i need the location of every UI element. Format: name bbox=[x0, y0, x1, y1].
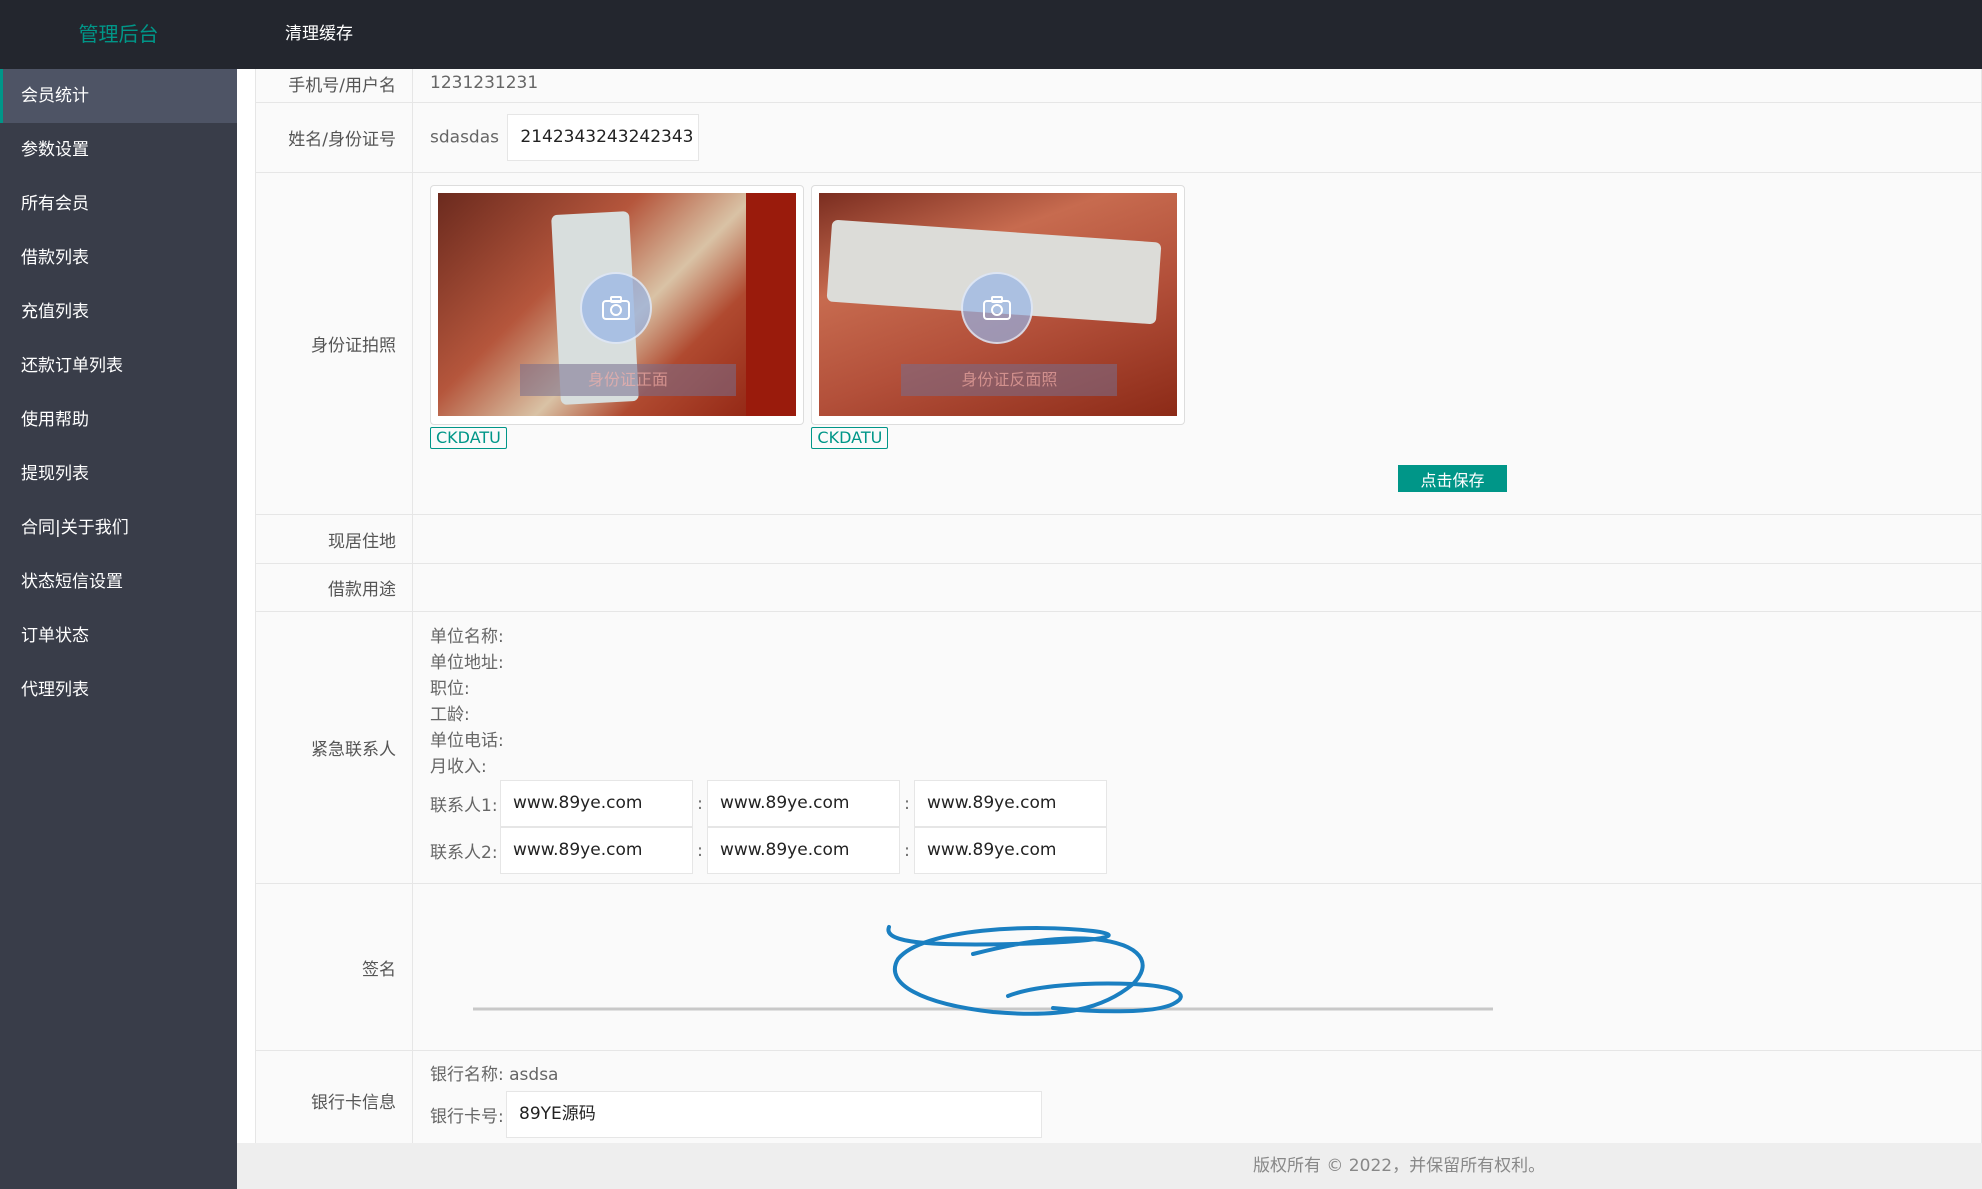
company-address-line: 单位地址: bbox=[430, 653, 504, 673]
id-back-upload[interactable]: 身份证反面照 bbox=[811, 185, 1186, 425]
income-line: 月收入: bbox=[430, 757, 487, 777]
sidebar-item-order-status[interactable]: 订单状态 bbox=[0, 609, 237, 663]
signature-label: 签名 bbox=[255, 883, 413, 1051]
sidebar-item-sms-settings[interactable]: 状态短信设置 bbox=[0, 555, 237, 609]
contact2-row: 联系人2: www.89ye.com: www.89ye.com: www.89ye.… bbox=[430, 827, 1981, 874]
save-button[interactable]: 点击保存 bbox=[1398, 465, 1507, 492]
sidebar-item-withdrawals[interactable]: 提现列表 bbox=[0, 447, 237, 501]
purpose-value bbox=[412, 563, 1982, 612]
separator: : bbox=[904, 840, 910, 861]
bank-card-label: 银行卡号: bbox=[430, 1107, 504, 1127]
purpose-label: 借款用途 bbox=[255, 563, 413, 612]
name-id-label: 姓名/身份证号 bbox=[255, 102, 413, 173]
bank-cell: 银行名称: asdsa 银行卡号: 89YE源码 bbox=[412, 1050, 1982, 1143]
bank-name: 银行名称: asdsa bbox=[430, 1065, 559, 1085]
contact2-field-1[interactable]: www.89ye.com bbox=[500, 827, 693, 874]
name-id-cell: sdasdas 2142343243242343 bbox=[412, 102, 1982, 173]
signature-drawing bbox=[473, 925, 1493, 1016]
contact1-field-1[interactable]: www.89ye.com bbox=[500, 780, 693, 827]
id-photo-cell: 身份证正面 CKDATU 身份证反面照 CKDATU 点击保存 bbox=[412, 172, 1982, 515]
sidebar-item-member-stats[interactable]: 会员统计 bbox=[0, 69, 237, 123]
member-detail-table: 手机号/用户名 1231231231 姓名/身份证号 sdasdas 21423… bbox=[255, 69, 1982, 1143]
contact1-label: 联系人1: bbox=[430, 796, 498, 816]
separator: : bbox=[697, 840, 703, 861]
id-front-label: 身份证正面 bbox=[520, 364, 736, 396]
id-number-field[interactable]: 2142343243242343 bbox=[507, 114, 700, 161]
seniority-line: 工龄: bbox=[430, 705, 470, 725]
sidebar-item-recharges[interactable]: 充值列表 bbox=[0, 285, 237, 339]
sidebar-item-all-members[interactable]: 所有会员 bbox=[0, 177, 237, 231]
id-back-label: 身份证反面照 bbox=[901, 364, 1118, 396]
sidebar: 会员统计 参数设置 所有会员 借款列表 充值列表 还款订单列表 使用帮助 提现列… bbox=[0, 69, 237, 1189]
sidebar-item-agents[interactable]: 代理列表 bbox=[0, 663, 237, 717]
view-front-button[interactable]: CKDATU bbox=[430, 427, 507, 449]
contact2-field-2[interactable]: www.89ye.com bbox=[707, 827, 900, 874]
separator: : bbox=[904, 793, 910, 814]
id-front-image: 身份证正面 bbox=[438, 193, 796, 416]
bank-card-field[interactable]: 89YE源码 bbox=[506, 1091, 1042, 1138]
clear-cache-link[interactable]: 清理缓存 bbox=[285, 0, 353, 69]
bank-card-row: 银行卡号: 89YE源码 bbox=[430, 1091, 1981, 1138]
sidebar-item-repayments[interactable]: 还款订单列表 bbox=[0, 339, 237, 393]
view-back-button[interactable]: CKDATU bbox=[811, 427, 889, 449]
phone-value: 1231231231 bbox=[412, 69, 1982, 103]
footer-copyright: 版权所有 © 2022，并保留所有权利。 bbox=[237, 1143, 1982, 1189]
sidebar-item-help[interactable]: 使用帮助 bbox=[0, 393, 237, 447]
position-line: 职位: bbox=[430, 679, 470, 699]
contact2-label: 联系人2: bbox=[430, 843, 498, 863]
contact1-field-2[interactable]: www.89ye.com bbox=[707, 780, 900, 827]
address-value bbox=[412, 514, 1982, 564]
separator: : bbox=[697, 793, 703, 814]
sidebar-item-params[interactable]: 参数设置 bbox=[0, 123, 237, 177]
camera-icon[interactable] bbox=[580, 272, 652, 344]
contact2-field-3[interactable]: www.89ye.com bbox=[914, 827, 1107, 874]
bank-label: 银行卡信息 bbox=[255, 1050, 413, 1143]
id-photo-label: 身份证拍照 bbox=[255, 172, 413, 515]
contact1-field-3[interactable]: www.89ye.com bbox=[914, 780, 1107, 827]
background-wall bbox=[746, 193, 796, 416]
sidebar-item-loans[interactable]: 借款列表 bbox=[0, 231, 237, 285]
name-value: sdasdas bbox=[430, 127, 499, 148]
phone-label: 手机号/用户名 bbox=[255, 69, 413, 103]
sidebar-item-contract-about[interactable]: 合同|关于我们 bbox=[0, 501, 237, 555]
address-label: 现居住地 bbox=[255, 514, 413, 564]
emergency-cell: 单位名称: 单位地址: 职位: 工龄: 单位电话: 月收入: 联系人1: www.… bbox=[412, 611, 1982, 884]
company-phone-line: 单位电话: bbox=[430, 731, 504, 751]
main-content: 手机号/用户名 1231231231 姓名/身份证号 sdasdas 21423… bbox=[237, 69, 1982, 1143]
top-header: 管理后台 清理缓存 bbox=[0, 0, 1982, 69]
id-back-image: 身份证反面照 bbox=[819, 193, 1178, 416]
emergency-label: 紧急联系人 bbox=[255, 611, 413, 884]
contact1-row: 联系人1: www.89ye.com: www.89ye.com: www.89ye.… bbox=[430, 780, 1981, 827]
signature-cell bbox=[412, 883, 1982, 1051]
camera-icon[interactable] bbox=[961, 272, 1034, 344]
app-logo[interactable]: 管理后台 bbox=[0, 0, 237, 69]
company-name-line: 单位名称: bbox=[430, 627, 504, 647]
id-front-upload[interactable]: 身份证正面 bbox=[430, 185, 804, 425]
